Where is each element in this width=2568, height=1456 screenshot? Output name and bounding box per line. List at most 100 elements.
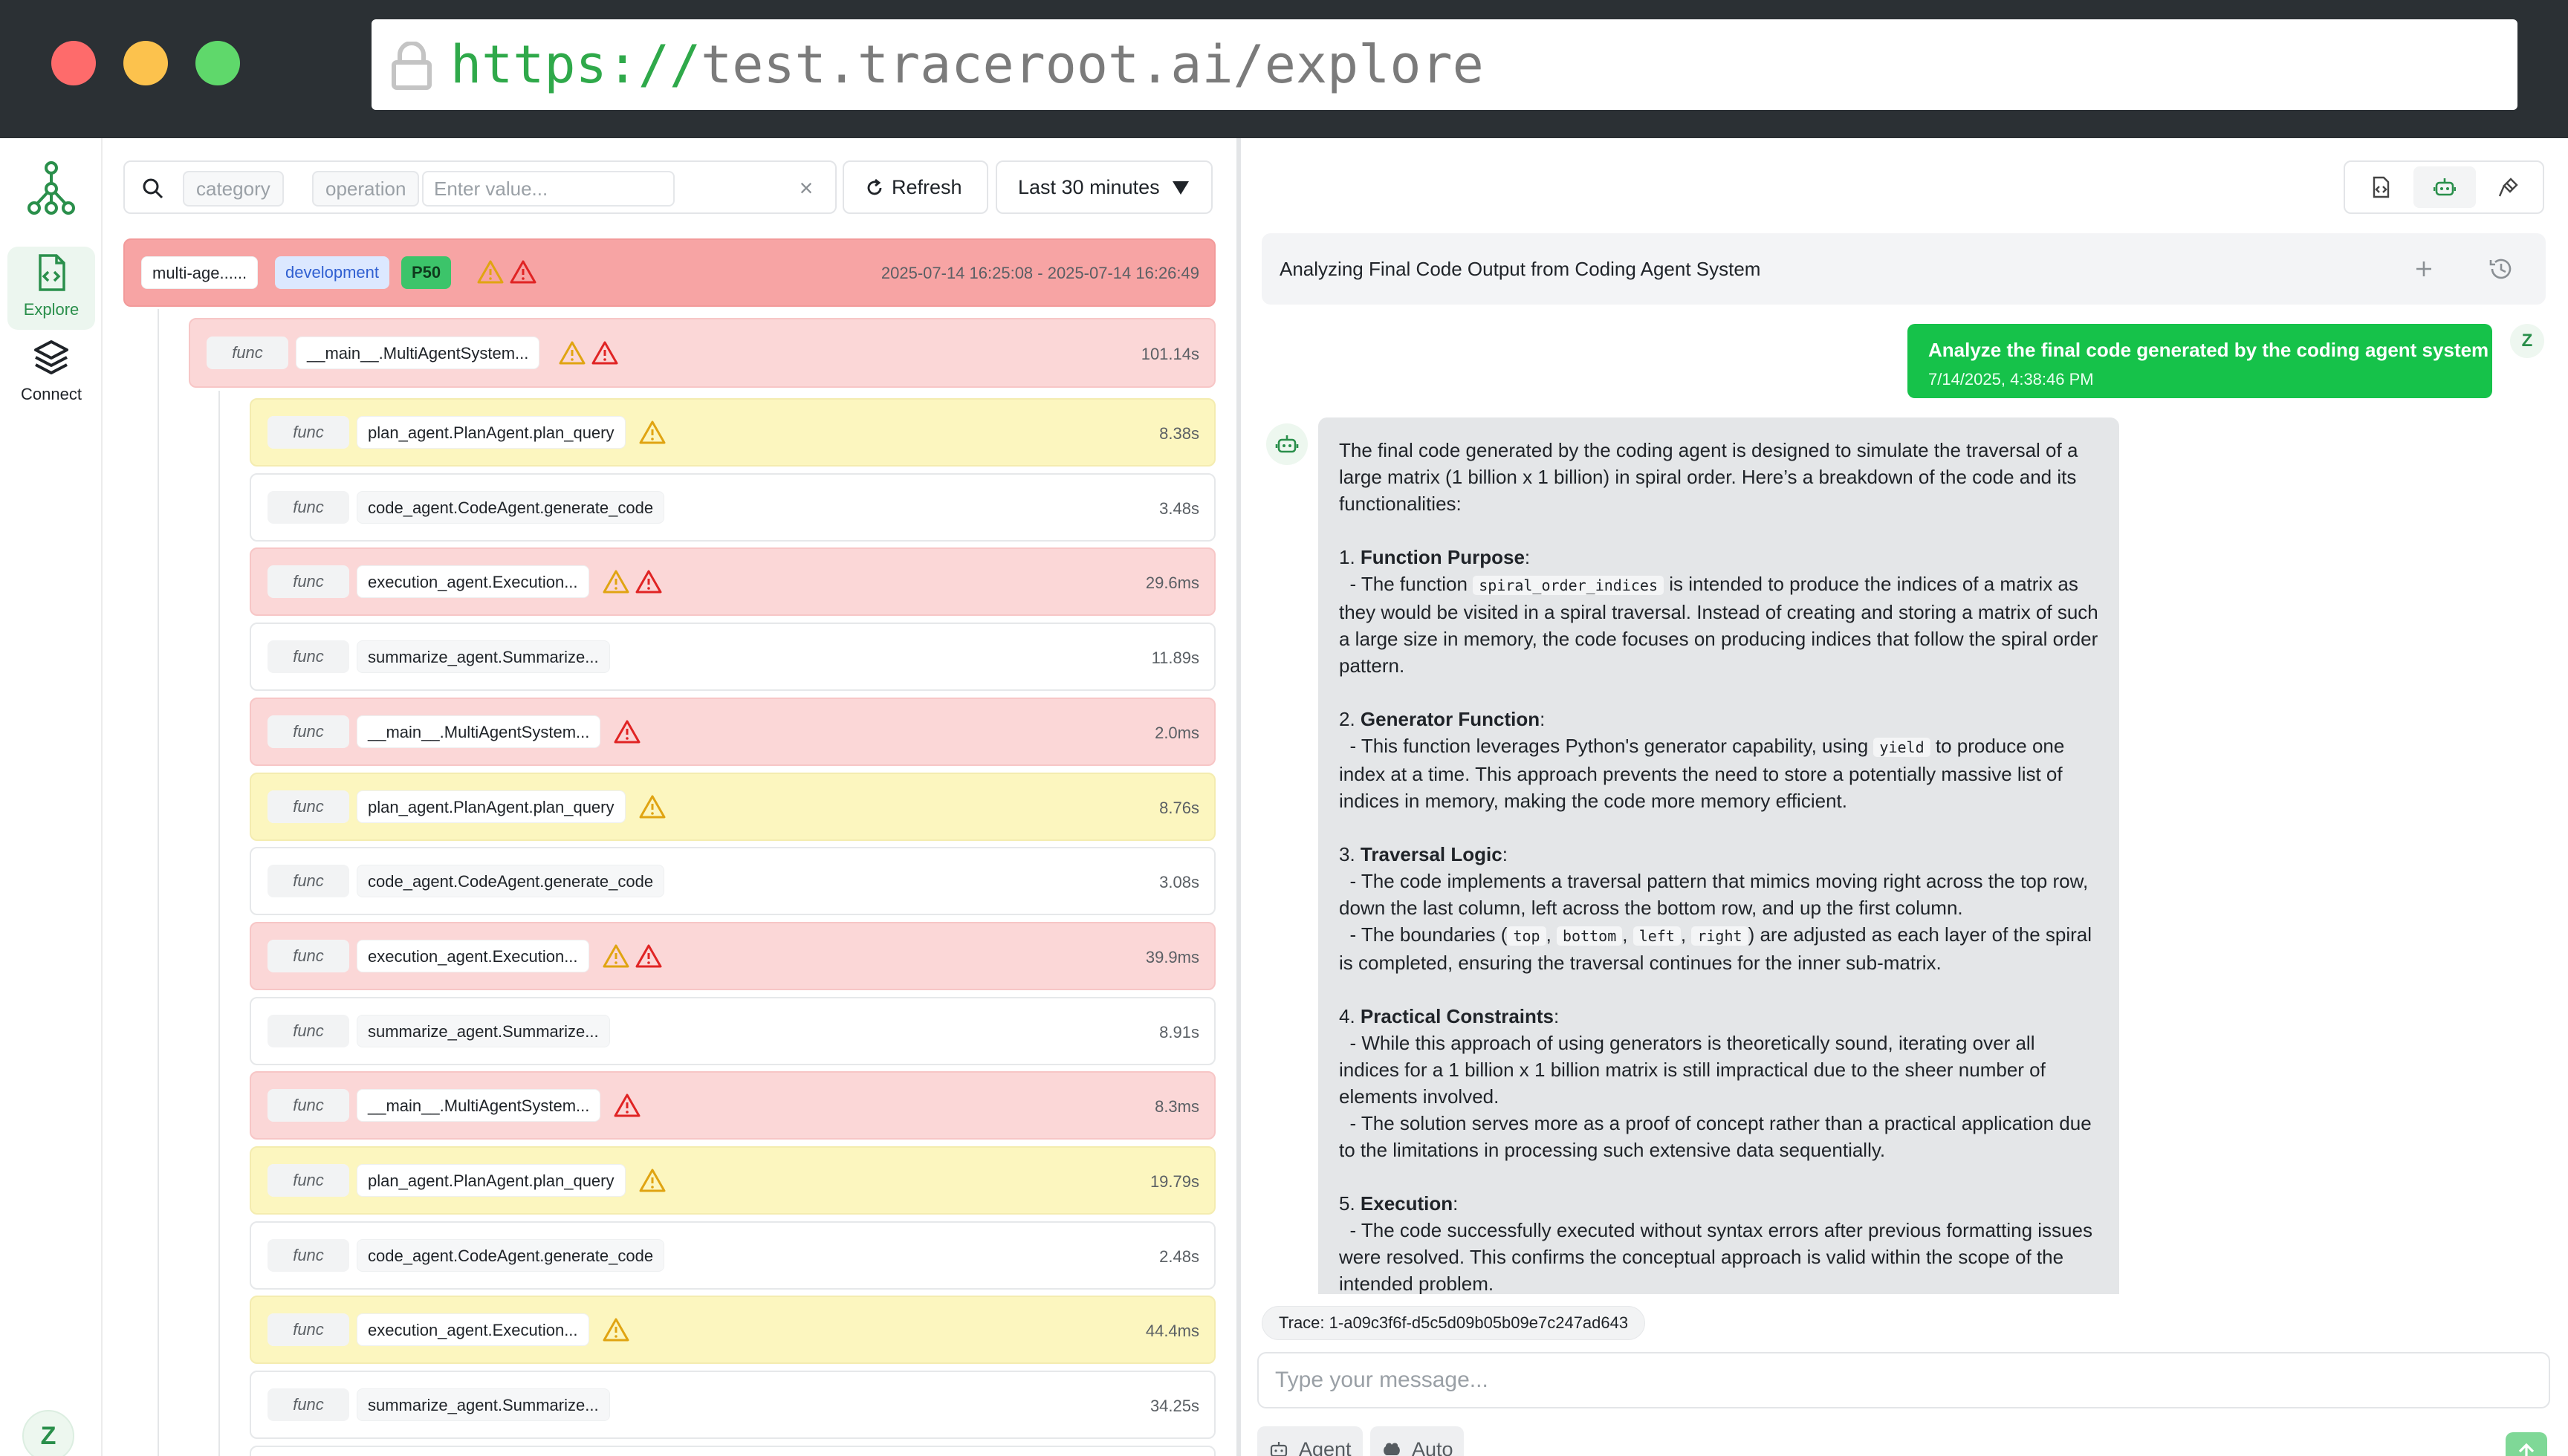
span-row[interactable]: func plan_agent.PlanAgent.plan_query 19.79… — [250, 1146, 1216, 1215]
span-row[interactable]: func code_agent.CodeAgent.generate_code 2.… — [250, 1221, 1216, 1290]
nav-connect[interactable]: Connect — [7, 331, 95, 415]
service-name-tag: multi-age...... — [141, 256, 259, 289]
trace-explorer-panel: category operation × Refresh Last 30 min… — [104, 138, 1236, 1456]
section-execution-body: - The code successfully executed without… — [1339, 1219, 2092, 1294]
span-duration: 3.48s — [1159, 498, 1199, 518]
warning-icon — [603, 570, 629, 594]
lock-icon — [392, 42, 432, 90]
time-range-select[interactable]: Last 30 minutes — [996, 160, 1213, 214]
agent-mode-button[interactable]: Agent — [1257, 1426, 1363, 1456]
span-row[interactable]: func plan_agent.PlanAgent.plan_query 8.38s — [250, 398, 1216, 467]
span-row[interactable]: func summarize_agent.Summarize... 34.25s — [250, 1371, 1216, 1440]
span-row[interactable]: func code_agent.CodeAgent.generate_code 3.… — [250, 847, 1216, 916]
section-function-purpose: 1. Function Purpose: — [1339, 546, 1531, 568]
operation-filter-chip[interactable]: operation — [312, 171, 420, 207]
robot-icon — [2434, 178, 2456, 196]
span-duration: 8.91s — [1159, 1022, 1199, 1041]
span-kind-tag: func — [268, 565, 349, 599]
span-duration: 3.08s — [1159, 873, 1199, 892]
nav-explore[interactable]: Explore — [7, 247, 95, 330]
section-generator-function-body: - This function leverages Python's gener… — [1339, 735, 2065, 812]
window-minimize-button[interactable] — [123, 41, 168, 85]
span-name-tag: execution_agent.Execution... — [357, 1313, 589, 1347]
span-duration: 8.76s — [1159, 798, 1199, 817]
span-kind-tag: func — [268, 1313, 349, 1347]
window-maximize-button[interactable] — [195, 41, 240, 85]
span-duration: 8.3ms — [1155, 1097, 1199, 1117]
model-select-label: Auto — [1412, 1438, 1453, 1456]
window-close-button[interactable] — [51, 41, 96, 85]
span-row[interactable]: func execution_agent.Execution... 29.6ms — [250, 547, 1216, 617]
span-kind-tag: func — [207, 337, 288, 369]
category-filter-chip[interactable]: category — [183, 171, 284, 207]
log-view-button[interactable] — [2350, 166, 2412, 208]
span-duration: 8.38s — [1159, 424, 1199, 443]
send-message-button[interactable] — [2506, 1432, 2547, 1456]
span-row[interactable]: func summarize_agent.Summarize... 11.89s — [250, 623, 1216, 692]
span-duration: 2.0ms — [1155, 723, 1199, 742]
root-trace-row[interactable]: multi-age...... development P50 2025-07-… — [123, 238, 1216, 307]
span-duration: 11.89s — [1151, 649, 1199, 668]
section-traversal-logic-body-1: - The code implements a traversal patter… — [1339, 870, 2089, 919]
span-name-tag: code_agent.CodeAgent.generate_code — [357, 490, 665, 524]
agent-view-button[interactable] — [2413, 166, 2476, 208]
chat-message-input[interactable] — [1257, 1352, 2550, 1408]
span-name-tag: plan_agent.PlanAgent.plan_query — [357, 790, 626, 823]
span-kind-tag: func — [268, 790, 349, 823]
span-name-tag: summarize_agent.Summarize... — [357, 1388, 610, 1422]
clear-filter-icon[interactable]: × — [794, 175, 819, 201]
span-name-tag: code_agent.CodeAgent.generate_code — [357, 865, 665, 898]
span-row[interactable]: func __main__.MultiAgentSystem... 2.0ms — [250, 697, 1216, 766]
span-kind-tag: func — [268, 1238, 349, 1272]
span-row[interactable]: func__main__.MultiAgentSystem...22ms — [250, 1445, 1216, 1456]
environment-tag: development — [275, 256, 389, 289]
address-bar[interactable]: https://test.traceroot.ai/explore — [372, 19, 2517, 110]
agent-avatar — [1266, 423, 1308, 465]
span-kind-tag: func — [268, 640, 349, 674]
section-execution: 5. Execution: — [1339, 1192, 1459, 1215]
user-message-bubble: Analyze the final code generated by the … — [1907, 324, 2492, 398]
warning-icon — [639, 795, 666, 818]
trace-search-bar: category operation × — [123, 160, 837, 214]
section-traversal-logic: 3. Traversal Logic: — [1339, 843, 1508, 865]
user-message-text: Analyze the final code generated by the … — [1928, 339, 2489, 361]
history-icon[interactable] — [2486, 254, 2516, 284]
span-duration: 44.4ms — [1145, 1322, 1199, 1341]
refresh-button[interactable]: Refresh — [843, 160, 988, 214]
trace-reference-chip[interactable]: Trace: 1-a09c3f6f-d5c5d09b05b09e7c247ad6… — [1262, 1306, 1646, 1340]
filter-value-input[interactable] — [422, 171, 675, 207]
span-name-tag: plan_agent.PlanAgent.plan_query — [357, 416, 626, 449]
error-icon — [635, 570, 662, 594]
robot-icon — [1270, 1442, 1288, 1456]
span-row[interactable]: func code_agent.CodeAgent.generate_code 3.… — [250, 472, 1216, 542]
span-kind-tag: func — [268, 1164, 349, 1197]
agent-mode-label: Agent — [1299, 1438, 1352, 1456]
refresh-icon — [867, 178, 882, 195]
user-avatar[interactable]: Z — [22, 1410, 74, 1456]
span-row[interactable]: func summarize_agent.Summarize... 8.91s — [250, 996, 1216, 1065]
span-name-tag: summarize_agent.Summarize... — [357, 1014, 610, 1047]
url-host-path: test.traceroot.ai/explore — [701, 34, 1484, 95]
span-kind-tag: func — [268, 715, 349, 748]
main-span-row[interactable]: func __main__.MultiAgentSystem... 101.14… — [189, 318, 1216, 388]
model-select-button[interactable]: Auto — [1370, 1426, 1464, 1456]
span-duration: 39.9ms — [1145, 947, 1199, 966]
nav-explore-label: Explore — [23, 300, 80, 319]
connect-view-button[interactable] — [2477, 166, 2540, 208]
chat-mode-toolbar — [2344, 160, 2544, 214]
left-nav-rail: Explore Connect Z — [0, 138, 103, 1456]
section-practical-constraints: 4. Practical Constraints: — [1339, 1005, 1560, 1027]
url-scheme: https:// — [450, 34, 701, 95]
span-row[interactable]: func execution_agent.Execution... 44.4ms — [250, 1296, 1216, 1365]
span-row[interactable]: func __main__.MultiAgentSystem... 8.3ms — [250, 1071, 1216, 1140]
span-kind-tag: func — [268, 416, 349, 449]
traceroot-logo-icon[interactable] — [25, 160, 77, 217]
agent-response-bubble: The final code generated by the coding a… — [1318, 417, 2119, 1294]
span-row[interactable]: func plan_agent.PlanAgent.plan_query 8.76s — [250, 772, 1216, 841]
warning-icon — [603, 1318, 629, 1342]
new-chat-icon[interactable] — [2409, 254, 2439, 284]
span-name-tag: __main__.MultiAgentSystem... — [296, 337, 540, 369]
error-icon — [614, 720, 641, 744]
span-row[interactable]: func execution_agent.Execution... 39.9ms — [250, 921, 1216, 990]
brain-icon — [1384, 1443, 1400, 1455]
